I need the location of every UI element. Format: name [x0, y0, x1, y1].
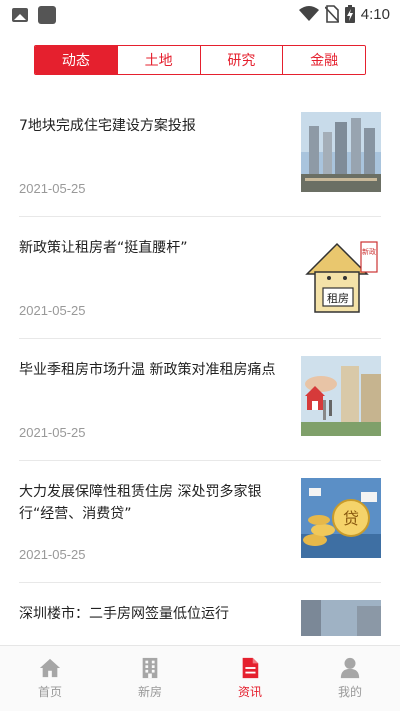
- nav-label: 新房: [137, 685, 162, 699]
- news-title: 新政策让租房者“挺直腰杆”: [19, 240, 188, 256]
- news-title: 7地块完成住宅建设方案投报: [19, 118, 196, 134]
- news-item[interactable]: 毕业季租房市场升温 新政策对准租房痛点 2021-05-25: [19, 339, 381, 461]
- news-item[interactable]: 新政策让租房者“挺直腰杆” 2021-05-25 新政 租房: [19, 217, 381, 339]
- building-icon: [142, 657, 158, 679]
- thumb-label-dai: 贷: [343, 509, 359, 528]
- nav-label: 我的: [337, 685, 362, 699]
- news-thumbnail: [301, 600, 381, 636]
- wifi-icon: [298, 6, 319, 21]
- tab-tudi[interactable]: 土地: [117, 46, 201, 74]
- news-date: 2021-05-25: [19, 547, 86, 562]
- news-date: 2021-05-25: [19, 425, 86, 440]
- tab-dongtai[interactable]: 动态: [35, 46, 118, 74]
- news-thumbnail: [301, 356, 381, 436]
- news-item[interactable]: 7地块完成住宅建设方案投报 2021-05-25: [19, 95, 381, 217]
- nav-home[interactable]: 首页: [0, 646, 100, 711]
- no-sim-icon: [324, 5, 339, 23]
- nav-new-house[interactable]: 新房: [100, 646, 200, 711]
- category-tabs: 动态 土地 研究 金融: [34, 45, 366, 75]
- news-title: 毕业季租房市场升温 新政策对准租房痛点: [19, 362, 276, 378]
- image-icon: [12, 8, 28, 22]
- news-list: 7地块完成住宅建设方案投报 2021-05-25 新政策让租房者“挺直腰杆” 2…: [19, 95, 381, 705]
- news-thumbnail: 新政 租房: [301, 234, 381, 314]
- status-bar: 4:10: [0, 0, 400, 30]
- tab-jinrong[interactable]: 金融: [283, 46, 365, 74]
- nav-mine[interactable]: 我的: [300, 646, 400, 711]
- news-date: 2021-05-25: [19, 181, 86, 196]
- nav-label: 首页: [37, 685, 62, 699]
- news-thumbnail: 贷: [301, 478, 381, 558]
- news-title: 深圳楼市：二手房网签量低位运行: [19, 606, 229, 622]
- status-left-icons: [12, 6, 56, 24]
- news-thumbnail: [301, 112, 381, 192]
- nav-news[interactable]: 资讯: [200, 646, 300, 711]
- bottom-nav: 首页 新房 资讯 我的: [0, 645, 400, 711]
- nav-label: 资讯: [237, 685, 262, 699]
- thumb-label-xinzheng: 新政: [362, 247, 376, 256]
- thumb-label-zufang: 租房: [327, 292, 349, 305]
- document-icon: [242, 657, 259, 679]
- user-icon: [340, 657, 360, 679]
- news-date: 2021-05-25: [19, 303, 86, 318]
- status-right-icons: 4:10: [298, 5, 390, 23]
- news-item[interactable]: 大力发展保障性租赁住房 深处罚多家银行“经营、消费贷” 2021-05-25 贷: [19, 461, 381, 583]
- news-title: 大力发展保障性租赁住房 深处罚多家银行“经营、消费贷”: [19, 484, 262, 522]
- tab-yanjiu[interactable]: 研究: [200, 46, 284, 74]
- home-icon: [39, 658, 61, 678]
- battery-charging-icon: [344, 5, 355, 23]
- app-icon: [38, 6, 56, 24]
- status-time: 4:10: [360, 5, 390, 23]
